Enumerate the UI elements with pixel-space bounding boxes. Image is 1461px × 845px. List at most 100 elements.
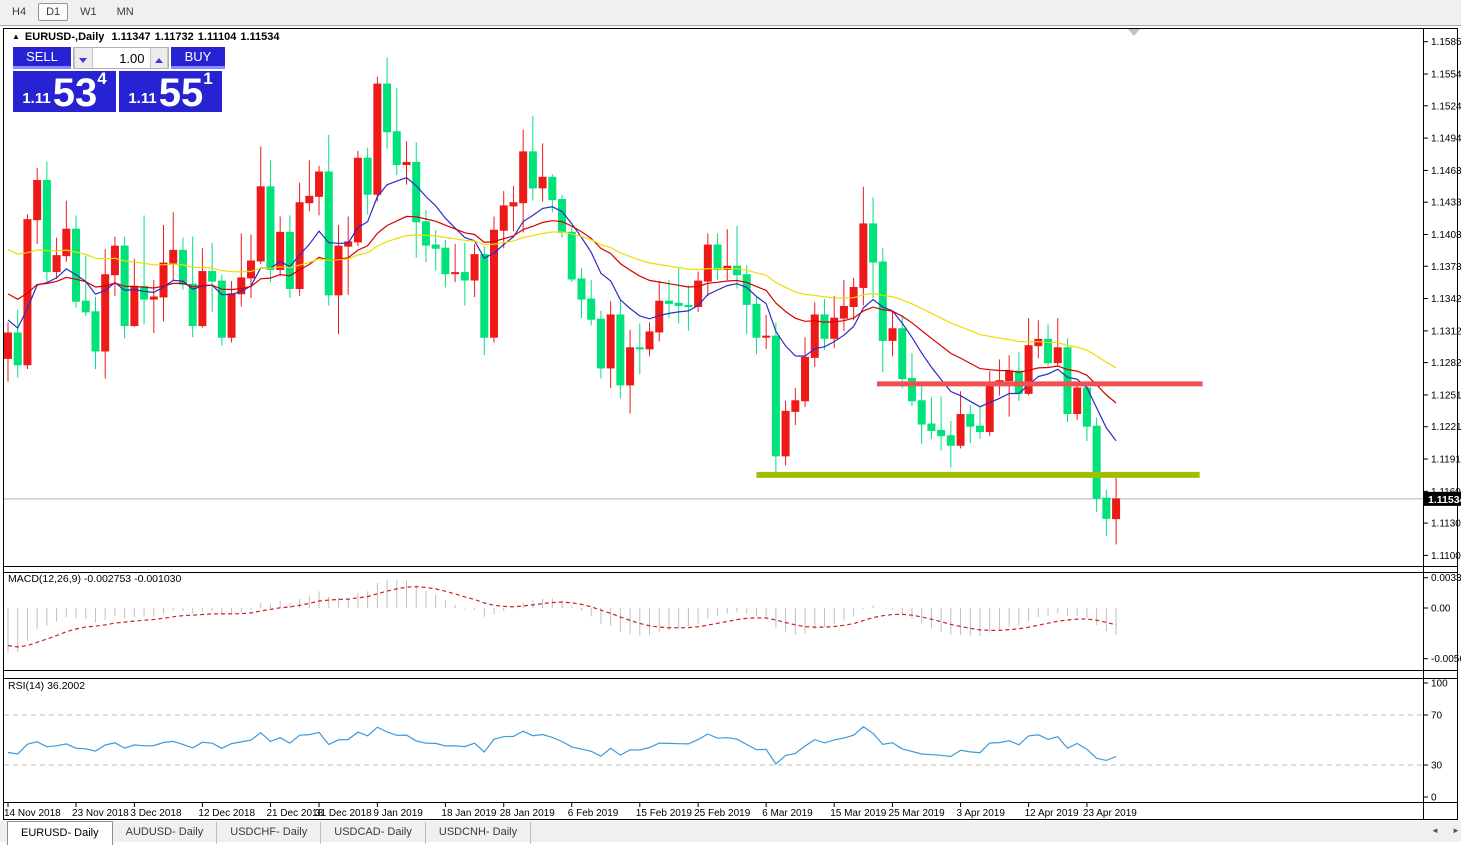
candle bbox=[792, 401, 799, 412]
price-scale-label: 1.15245 bbox=[1431, 101, 1461, 112]
candle bbox=[772, 336, 779, 456]
candle bbox=[413, 162, 420, 221]
candle bbox=[24, 220, 31, 365]
candle bbox=[617, 315, 624, 385]
candle bbox=[840, 307, 847, 319]
candle bbox=[986, 383, 993, 432]
sell-price-button[interactable]: 1.11 53 4 bbox=[13, 71, 116, 112]
candle bbox=[481, 255, 488, 338]
chart-window-border bbox=[4, 29, 1458, 820]
candle bbox=[957, 415, 964, 446]
candle bbox=[150, 297, 157, 299]
ohlc-open: 1.11347 bbox=[111, 31, 150, 43]
tab-eurusd[interactable]: EURUSD- Daily bbox=[7, 821, 113, 845]
candle bbox=[442, 248, 449, 273]
candle bbox=[879, 262, 886, 340]
volume-input[interactable] bbox=[93, 48, 150, 68]
price-scale-label: 1.12515 bbox=[1431, 390, 1461, 401]
candle bbox=[539, 177, 546, 188]
timeframe-button-w1[interactable]: W1 bbox=[72, 3, 105, 21]
trade-top-row: SELL BUY bbox=[13, 47, 225, 69]
candle bbox=[1006, 371, 1013, 381]
timeframe-button-h4[interactable]: H4 bbox=[4, 3, 34, 21]
candle bbox=[860, 224, 867, 288]
candle bbox=[374, 84, 381, 194]
rsi-scale-label: 100 bbox=[1431, 679, 1448, 690]
date-label: 28 Jan 2019 bbox=[500, 808, 555, 819]
candle bbox=[899, 329, 906, 379]
candle bbox=[782, 411, 789, 455]
chart-canvas[interactable]: 1.158501.155451.152451.149401.146351.143… bbox=[0, 0, 1461, 842]
candle bbox=[5, 333, 12, 358]
candle bbox=[559, 200, 566, 233]
sell-button[interactable]: SELL bbox=[13, 47, 71, 69]
candle bbox=[763, 336, 770, 337]
tab-usdchf[interactable]: USDCHF- Daily bbox=[217, 822, 321, 844]
date-label: 9 Jan 2019 bbox=[373, 808, 423, 819]
triangle-up-icon bbox=[155, 58, 163, 63]
rsi-panel[interactable] bbox=[4, 715, 1423, 765]
date-label: 6 Mar 2019 bbox=[762, 808, 813, 819]
main-price-panel[interactable] bbox=[4, 58, 1423, 545]
buy-button[interactable]: BUY bbox=[171, 47, 225, 69]
tab-usdcnh[interactable]: USDCNH- Daily bbox=[426, 822, 531, 844]
candle bbox=[422, 222, 429, 245]
macd-label: MACD(12,26,9) -0.002753 -0.001030 bbox=[8, 573, 182, 585]
date-label: 12 Apr 2019 bbox=[1025, 808, 1079, 819]
timeframe-toolbar: H4D1W1MN bbox=[0, 0, 1461, 26]
volume-decrease-button[interactable] bbox=[74, 48, 93, 68]
macd-panel[interactable] bbox=[8, 580, 1116, 653]
candle bbox=[452, 273, 459, 274]
candle bbox=[821, 315, 828, 338]
candle bbox=[335, 246, 342, 295]
candle bbox=[170, 250, 177, 263]
candle bbox=[578, 279, 585, 299]
timeframe-button-mn[interactable]: MN bbox=[109, 3, 142, 21]
candle bbox=[111, 246, 118, 275]
price-scale-label: 1.12820 bbox=[1431, 358, 1461, 369]
candle bbox=[92, 312, 99, 351]
volume-increase-button[interactable] bbox=[150, 48, 169, 68]
candle bbox=[549, 177, 556, 199]
candle bbox=[384, 84, 391, 132]
candle bbox=[928, 424, 935, 430]
tab-audusd[interactable]: AUDUSD- Daily bbox=[113, 822, 218, 844]
date-label: 25 Feb 2019 bbox=[694, 808, 751, 819]
candle bbox=[354, 158, 361, 242]
candle bbox=[665, 301, 672, 303]
candle bbox=[461, 273, 468, 280]
buy-price-sup: 1 bbox=[203, 69, 212, 89]
price-scale-label: 1.13120 bbox=[1431, 326, 1461, 337]
date-label: 31 Dec 2018 bbox=[315, 808, 372, 819]
rsi-scale-label: 30 bbox=[1431, 761, 1443, 772]
rsi-line bbox=[8, 727, 1116, 764]
tab-usdcad[interactable]: USDCAD- Daily bbox=[321, 822, 426, 844]
candle bbox=[403, 162, 410, 164]
candle bbox=[1054, 348, 1061, 363]
timeframe-button-d1[interactable]: D1 bbox=[38, 3, 68, 21]
candle bbox=[491, 230, 498, 337]
candle bbox=[1093, 426, 1100, 498]
candle bbox=[529, 152, 536, 188]
buy-price-button[interactable]: 1.11 55 1 bbox=[119, 71, 222, 112]
candle bbox=[160, 263, 167, 297]
candle bbox=[947, 436, 954, 446]
tab-scroll-right-icon[interactable]: ► bbox=[1452, 827, 1460, 835]
candle bbox=[510, 203, 517, 206]
candle bbox=[802, 357, 809, 400]
candle bbox=[53, 256, 60, 272]
date-label: 3 Dec 2018 bbox=[130, 808, 182, 819]
ohlc-close: 1.11534 bbox=[240, 31, 279, 43]
rsi-label: RSI(14) 36.2002 bbox=[8, 680, 85, 692]
moving-average-25 bbox=[8, 216, 1116, 403]
tab-scroll-left-icon[interactable]: ◄ bbox=[1431, 827, 1439, 835]
candle bbox=[704, 245, 711, 281]
candle bbox=[471, 255, 478, 280]
price-scale-label: 1.14940 bbox=[1431, 134, 1461, 145]
candle bbox=[870, 224, 877, 262]
chart-shift-triangle-icon[interactable] bbox=[1128, 29, 1140, 36]
date-label: 6 Feb 2019 bbox=[568, 808, 619, 819]
candle bbox=[734, 266, 741, 274]
price-scale-label: 1.11000 bbox=[1431, 551, 1461, 562]
candle bbox=[141, 286, 148, 299]
